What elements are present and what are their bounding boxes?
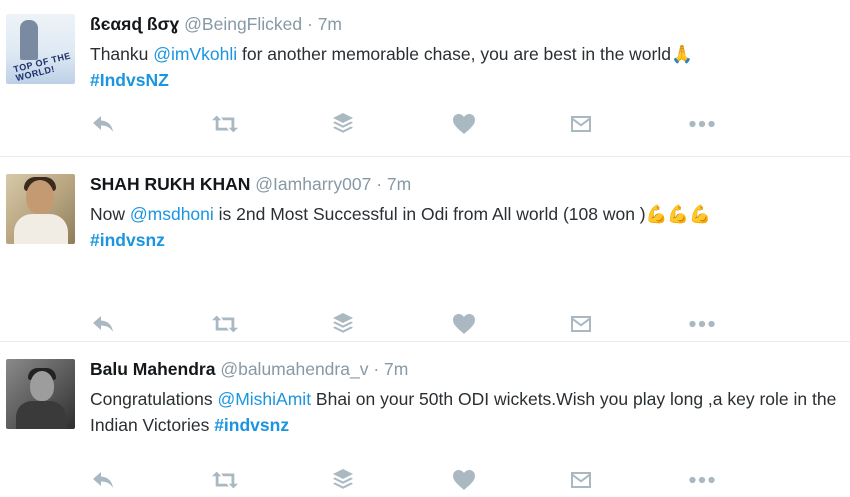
like-button[interactable] [451, 112, 477, 136]
stack-button[interactable] [330, 468, 356, 492]
user-handle[interactable]: @balumahendra_v [220, 359, 368, 379]
avatar-head [30, 371, 54, 401]
avatar-body [16, 401, 66, 429]
display-name[interactable]: SHAH RUKH KHAN [90, 174, 250, 194]
reply-icon [93, 316, 113, 332]
stack-icon [333, 313, 353, 333]
emoji: 💪💪💪 [645, 204, 712, 224]
stack-button[interactable] [330, 112, 356, 136]
tweet[interactable]: Balu Mahendra @balumahendra_v · 7m Congr… [0, 342, 850, 497]
more-button[interactable] [689, 468, 715, 492]
like-icon [453, 470, 475, 490]
direct-message-icon [571, 472, 591, 488]
display-name[interactable]: Balu Mahendra [90, 359, 215, 379]
retweet-button[interactable] [212, 112, 238, 136]
separator-dot: · [373, 359, 380, 379]
tweet-text-segment: is 2nd Most Successful in Odi from All w… [213, 204, 646, 224]
avatar[interactable] [6, 359, 75, 429]
tweet-content: Balu Mahendra @balumahendra_v · 7m Congr… [90, 357, 842, 490]
emoji: 🙏 [670, 44, 693, 64]
separator-dot: · [307, 14, 313, 34]
timestamp[interactable]: 7m [318, 14, 342, 34]
tweet-header: SHAH RUKH KHAN @Iamharry007 · 7m [90, 172, 842, 196]
stack-icon [333, 113, 353, 133]
tweet-header: Balu Mahendra @balumahendra_v · 7m [90, 357, 842, 381]
more-icon [689, 476, 715, 484]
display-name[interactable]: ßєαяɖ ßσɣ [90, 14, 179, 34]
avatar-head [26, 180, 54, 214]
retweet-button[interactable] [212, 312, 238, 336]
retweet-button[interactable] [212, 468, 238, 492]
mention-link[interactable]: @MishiAmit [217, 389, 311, 409]
hashtag-link[interactable]: #indvsnz [214, 415, 289, 435]
more-icon [689, 320, 715, 328]
reply-button[interactable] [90, 468, 116, 492]
direct-message-button[interactable] [568, 468, 594, 492]
tweet-actions [90, 112, 730, 136]
tweet[interactable]: SHAH RUKH KHAN @Iamharry007 · 7m Now @ms… [0, 157, 850, 342]
tweet-text-segment: Thanku [90, 44, 154, 64]
mention-link[interactable]: @imVkohli [153, 44, 237, 64]
tweet-content: SHAH RUKH KHAN @Iamharry007 · 7m Now @ms… [90, 172, 842, 334]
like-icon [453, 314, 475, 334]
direct-message-icon [571, 116, 591, 132]
hashtag-link[interactable]: #indvsnz [90, 230, 165, 250]
reply-icon [93, 116, 113, 132]
more-icon [689, 120, 715, 128]
retweet-icon [212, 315, 238, 333]
hashtag-link[interactable]: #IndvsNZ [90, 70, 169, 90]
avatar[interactable]: TOP OF THE WORLD! [6, 14, 75, 84]
timestamp[interactable]: 7m [384, 359, 408, 379]
reply-button[interactable] [90, 112, 116, 136]
direct-message-button[interactable] [568, 312, 594, 336]
separator-dot: · [376, 174, 383, 194]
tweet-text: Thanku @imVkohli for another memorable c… [90, 41, 842, 93]
reply-button[interactable] [90, 312, 116, 336]
avatar-body [14, 214, 68, 244]
timestamp[interactable]: 7m [387, 174, 411, 194]
tweet-text-segment: Congratulations [90, 389, 218, 409]
tweet-text: Now @msdhoni is 2nd Most Successful in O… [90, 201, 842, 253]
avatar[interactable] [6, 174, 75, 244]
like-icon [453, 114, 475, 134]
tweet-text-segment: for another memorable chase, you are bes… [237, 44, 671, 64]
tweet-actions [90, 468, 730, 492]
direct-message-button[interactable] [568, 112, 594, 136]
tweet-actions [90, 312, 730, 336]
tweet[interactable]: TOP OF THE WORLD! ßєαяɖ ßσɣ @BeingFlicke… [0, 0, 850, 157]
reply-icon [93, 472, 113, 488]
tweet-content: ßєαяɖ ßσɣ @BeingFlicked · 7m Thanku @imV… [90, 12, 842, 134]
more-button[interactable] [689, 112, 715, 136]
stack-icon [333, 469, 353, 489]
retweet-icon [212, 471, 238, 489]
more-button[interactable] [689, 312, 715, 336]
direct-message-icon [571, 316, 591, 332]
user-handle[interactable]: @Iamharry007 [255, 174, 371, 194]
retweet-icon [212, 115, 238, 133]
avatar-figure [20, 20, 38, 60]
tweet-text: Congratulations @MishiAmit Bhai on your … [90, 386, 842, 438]
tweet-text-segment: Now [90, 204, 130, 224]
user-handle[interactable]: @BeingFlicked [184, 14, 302, 34]
like-button[interactable] [451, 468, 477, 492]
tweet-header: ßєαяɖ ßσɣ @BeingFlicked · 7m [90, 12, 842, 36]
stack-button[interactable] [330, 312, 356, 336]
mention-link[interactable]: @msdhoni [130, 204, 214, 224]
tweet-feed: TOP OF THE WORLD! ßєαяɖ ßσɣ @BeingFlicke… [0, 0, 850, 497]
like-button[interactable] [451, 312, 477, 336]
